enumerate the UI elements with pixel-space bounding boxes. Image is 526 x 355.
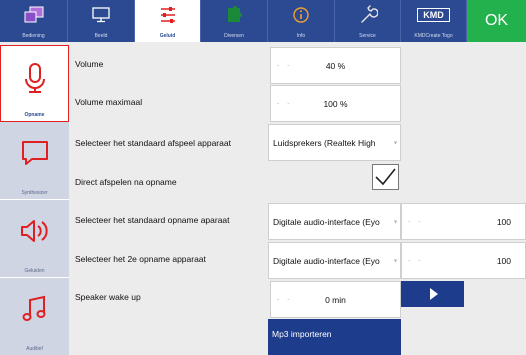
ok-button[interactable]: OK [467, 0, 526, 42]
volume-max-value: 100 % [323, 98, 348, 109]
record-level2-stepper[interactable]: - - 100 [401, 242, 526, 279]
tab-kmdcreate-togo[interactable]: KMD KMDCreate Togo [401, 0, 467, 42]
sidebar-item-geluiden[interactable]: Geluiden [0, 200, 69, 278]
kmd-logo-text: KMD [417, 8, 450, 22]
chevron-down-icon: ▾ [393, 219, 397, 225]
tab-info[interactable]: Info [268, 0, 335, 42]
wrench-icon [335, 4, 400, 26]
sliders-icon [135, 4, 200, 26]
play-button[interactable] [401, 281, 464, 307]
record-level2-value: 100 [496, 255, 511, 266]
sidebar-item-label: Geluiden [24, 268, 45, 274]
record-device-select[interactable]: Digitale audio-interface (Eyo ▾ [268, 203, 401, 240]
tab-label: Bediening [22, 33, 45, 39]
tab-geluid[interactable]: Geluid [135, 0, 201, 42]
volume-max-stepper[interactable]: - - 100 % [270, 85, 401, 122]
speaker-wake-value: 0 min [325, 294, 346, 305]
microphone-icon [1, 62, 68, 96]
record-device2-label: Selecteer het 2e opname apparaat [75, 254, 206, 264]
speaker-wake-stepper[interactable]: - - 0 min [270, 281, 401, 318]
direct-play-checkbox[interactable] [372, 164, 399, 190]
record-device-label: Selecteer het standaard opname aparaat [75, 215, 230, 225]
mp3-import-button[interactable]: Mp3 importeren [268, 319, 401, 355]
speech-bubble-icon [0, 138, 69, 172]
playback-device-select[interactable]: Luidsprekers (Realtek High ▾ [268, 124, 401, 161]
tab-label: Beeld [94, 33, 108, 39]
kmd-logo: KMD [401, 4, 466, 26]
tab-bediening[interactable]: Bediening [0, 0, 68, 42]
sidebar-item-auditief[interactable]: Auditief [0, 278, 69, 355]
mp3-import-label: Mp3 importeren [272, 329, 332, 339]
record-device2-select[interactable]: Digitale audio-interface (Eyo ▾ [268, 242, 401, 279]
checkmark-icon [375, 168, 396, 186]
tab-service[interactable]: Service [335, 0, 401, 42]
tab-beeld[interactable]: Beeld [68, 0, 135, 42]
music-note-icon [0, 294, 69, 328]
record-device-value: Digitale audio-interface (Eyo [273, 216, 380, 227]
volume-max-label: Volume maximaal [75, 97, 143, 107]
sidebar-item-label: Auditief [26, 346, 43, 352]
tab-label: Geluid [159, 33, 176, 39]
tab-label: KMDCreate Togo [414, 33, 453, 39]
puzzle-icon [201, 4, 267, 26]
record-device2-value: Digitale audio-interface (Eyo [273, 255, 380, 266]
sidebar-item-label: Synthesizer [21, 190, 48, 196]
volume-stepper[interactable]: - - 40 % [270, 47, 401, 84]
tab-label: Service [359, 33, 376, 39]
playback-device-value: Luidsprekers (Realtek High [273, 137, 376, 148]
record-level-value: 100 [496, 216, 511, 227]
tab-diversen[interactable]: Diversen [201, 0, 268, 42]
sidebar-item-opname[interactable]: Opname [0, 45, 69, 122]
ok-label: OK [484, 12, 509, 29]
tab-label: Diversen [224, 33, 244, 39]
tab-label: Info [296, 33, 306, 39]
direct-play-label: Direct afspelen na opname [75, 177, 177, 187]
window-icon [0, 4, 67, 26]
volume-label: Volume [75, 59, 104, 69]
top-tab-bar: Bediening Beeld Geluid Diversen Info Ser… [0, 0, 526, 42]
sidebar-item-label: Opname [24, 112, 45, 118]
volume-value: 40 % [325, 60, 346, 71]
playback-device-label: Selecteer het standaard afspeel apparaat [75, 138, 231, 148]
speaker-wake-label: Speaker wake up [75, 292, 141, 302]
speaker-icon [0, 216, 69, 250]
record-level-stepper[interactable]: - - 100 [401, 203, 526, 240]
chevron-down-icon: ▾ [393, 258, 397, 264]
monitor-icon [68, 4, 134, 26]
sidebar-item-synthesizer[interactable]: Synthesizer [0, 122, 69, 200]
play-icon [430, 288, 438, 300]
info-icon [268, 4, 334, 26]
chevron-down-icon: ▾ [393, 140, 397, 146]
